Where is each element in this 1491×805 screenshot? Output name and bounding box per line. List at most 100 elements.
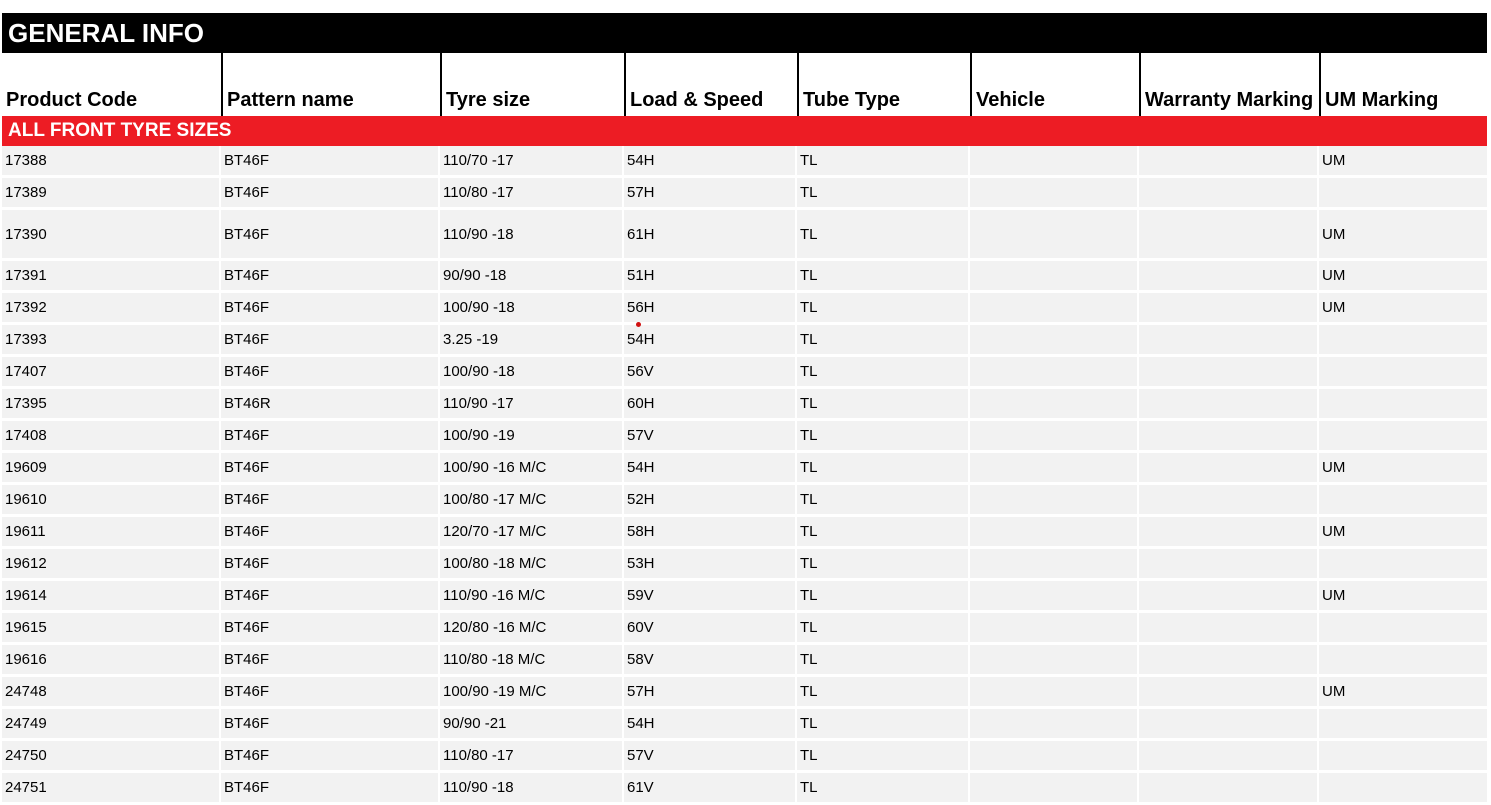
cell-warranty-marking[interactable] bbox=[1139, 325, 1319, 357]
cell-load-speed[interactable]: 54H bbox=[624, 146, 797, 178]
cell-warranty-marking[interactable] bbox=[1139, 453, 1319, 485]
cell-product-code[interactable]: 19609 bbox=[2, 453, 221, 485]
cell-tube-type[interactable]: TL bbox=[797, 613, 970, 645]
cell-load-speed[interactable]: 58H bbox=[624, 517, 797, 549]
cell-tube-type[interactable]: TL bbox=[797, 325, 970, 357]
cell-tyre-size[interactable]: 110/80 -17 bbox=[440, 741, 624, 773]
cell-um-marking[interactable] bbox=[1319, 741, 1487, 773]
cell-warranty-marking[interactable] bbox=[1139, 146, 1319, 178]
cell-load-speed[interactable]: 54H bbox=[624, 709, 797, 741]
cell-um-marking[interactable] bbox=[1319, 549, 1487, 581]
cell-product-code[interactable]: 17408 bbox=[2, 421, 221, 453]
cell-pattern-name[interactable]: BT46F bbox=[221, 613, 440, 645]
cell-load-speed[interactable]: 59V bbox=[624, 581, 797, 613]
cell-warranty-marking[interactable] bbox=[1139, 613, 1319, 645]
cell-vehicle[interactable] bbox=[970, 613, 1139, 645]
cell-um-marking[interactable] bbox=[1319, 773, 1487, 805]
cell-tube-type[interactable]: TL bbox=[797, 741, 970, 773]
cell-tube-type[interactable]: TL bbox=[797, 210, 970, 261]
cell-product-code[interactable]: 17390 bbox=[2, 210, 221, 261]
cell-load-speed[interactable]: 56V bbox=[624, 357, 797, 389]
cell-um-marking[interactable] bbox=[1319, 421, 1487, 453]
cell-tube-type[interactable]: TL bbox=[797, 517, 970, 549]
cell-pattern-name[interactable]: BT46F bbox=[221, 293, 440, 325]
cell-tube-type[interactable]: TL bbox=[797, 293, 970, 325]
cell-load-speed[interactable]: 58V bbox=[624, 645, 797, 677]
cell-tube-type[interactable]: TL bbox=[797, 146, 970, 178]
cell-tube-type[interactable]: TL bbox=[797, 773, 970, 805]
cell-tube-type[interactable]: TL bbox=[797, 357, 970, 389]
cell-product-code[interactable]: 19610 bbox=[2, 485, 221, 517]
cell-vehicle[interactable] bbox=[970, 517, 1139, 549]
cell-tube-type[interactable]: TL bbox=[797, 677, 970, 709]
cell-pattern-name[interactable]: BT46F bbox=[221, 210, 440, 261]
cell-tyre-size[interactable]: 90/90 -21 bbox=[440, 709, 624, 741]
cell-warranty-marking[interactable] bbox=[1139, 293, 1319, 325]
cell-tyre-size[interactable]: 110/70 -17 bbox=[440, 146, 624, 178]
cell-tube-type[interactable]: TL bbox=[797, 421, 970, 453]
cell-product-code[interactable]: 24748 bbox=[2, 677, 221, 709]
cell-warranty-marking[interactable] bbox=[1139, 645, 1319, 677]
cell-pattern-name[interactable]: BT46F bbox=[221, 773, 440, 805]
cell-warranty-marking[interactable] bbox=[1139, 773, 1319, 805]
cell-pattern-name[interactable]: BT46F bbox=[221, 453, 440, 485]
cell-um-marking[interactable] bbox=[1319, 357, 1487, 389]
cell-load-speed[interactable]: 57H bbox=[624, 677, 797, 709]
cell-product-code[interactable]: 24750 bbox=[2, 741, 221, 773]
cell-tube-type[interactable]: TL bbox=[797, 389, 970, 421]
cell-product-code[interactable]: 19614 bbox=[2, 581, 221, 613]
cell-load-speed[interactable]: 60V bbox=[624, 613, 797, 645]
cell-warranty-marking[interactable] bbox=[1139, 581, 1319, 613]
cell-product-code[interactable]: 17407 bbox=[2, 357, 221, 389]
cell-tyre-size[interactable]: 100/90 -18 bbox=[440, 293, 624, 325]
col-header-tyre-size[interactable]: Tyre size bbox=[440, 53, 624, 116]
cell-tyre-size[interactable]: 110/80 -18 M/C bbox=[440, 645, 624, 677]
cell-vehicle[interactable] bbox=[970, 741, 1139, 773]
cell-vehicle[interactable] bbox=[970, 421, 1139, 453]
cell-warranty-marking[interactable] bbox=[1139, 421, 1319, 453]
cell-vehicle[interactable] bbox=[970, 549, 1139, 581]
cell-tyre-size[interactable]: 100/90 -19 M/C bbox=[440, 677, 624, 709]
cell-tyre-size[interactable]: 110/90 -18 bbox=[440, 210, 624, 261]
cell-tyre-size[interactable]: 100/90 -19 bbox=[440, 421, 624, 453]
cell-warranty-marking[interactable] bbox=[1139, 261, 1319, 293]
cell-vehicle[interactable] bbox=[970, 293, 1139, 325]
cell-pattern-name[interactable]: BT46F bbox=[221, 325, 440, 357]
cell-pattern-name[interactable]: BT46F bbox=[221, 485, 440, 517]
cell-warranty-marking[interactable] bbox=[1139, 677, 1319, 709]
cell-load-speed[interactable]: 60H bbox=[624, 389, 797, 421]
cell-tube-type[interactable]: TL bbox=[797, 581, 970, 613]
cell-tyre-size[interactable]: 110/80 -17 bbox=[440, 178, 624, 210]
cell-tyre-size[interactable]: 120/80 -16 M/C bbox=[440, 613, 624, 645]
cell-pattern-name[interactable]: BT46F bbox=[221, 421, 440, 453]
cell-vehicle[interactable] bbox=[970, 709, 1139, 741]
col-header-load-speed[interactable]: Load & Speed bbox=[624, 53, 797, 116]
cell-vehicle[interactable] bbox=[970, 677, 1139, 709]
cell-tube-type[interactable]: TL bbox=[797, 645, 970, 677]
cell-um-marking[interactable] bbox=[1319, 709, 1487, 741]
cell-warranty-marking[interactable] bbox=[1139, 178, 1319, 210]
cell-um-marking[interactable]: UM bbox=[1319, 261, 1487, 293]
cell-um-marking[interactable] bbox=[1319, 613, 1487, 645]
cell-tube-type[interactable]: TL bbox=[797, 261, 970, 293]
cell-tyre-size[interactable]: 3.25 -19 bbox=[440, 325, 624, 357]
cell-warranty-marking[interactable] bbox=[1139, 549, 1319, 581]
col-header-tube-type[interactable]: Tube Type bbox=[797, 53, 970, 116]
cell-vehicle[interactable] bbox=[970, 453, 1139, 485]
cell-um-marking[interactable]: UM bbox=[1319, 677, 1487, 709]
cell-warranty-marking[interactable] bbox=[1139, 741, 1319, 773]
cell-pattern-name[interactable]: BT46F bbox=[221, 709, 440, 741]
cell-pattern-name[interactable]: BT46F bbox=[221, 146, 440, 178]
cell-product-code[interactable]: 24751 bbox=[2, 773, 221, 805]
cell-warranty-marking[interactable] bbox=[1139, 357, 1319, 389]
cell-pattern-name[interactable]: BT46R bbox=[221, 389, 440, 421]
cell-product-code[interactable]: 17395 bbox=[2, 389, 221, 421]
cell-tyre-size[interactable]: 90/90 -18 bbox=[440, 261, 624, 293]
cell-load-speed[interactable]: 56H bbox=[624, 293, 797, 325]
cell-pattern-name[interactable]: BT46F bbox=[221, 741, 440, 773]
cell-load-speed[interactable]: 57H bbox=[624, 178, 797, 210]
cell-vehicle[interactable] bbox=[970, 178, 1139, 210]
cell-tube-type[interactable]: TL bbox=[797, 453, 970, 485]
cell-pattern-name[interactable]: BT46F bbox=[221, 677, 440, 709]
cell-um-marking[interactable]: UM bbox=[1319, 293, 1487, 325]
